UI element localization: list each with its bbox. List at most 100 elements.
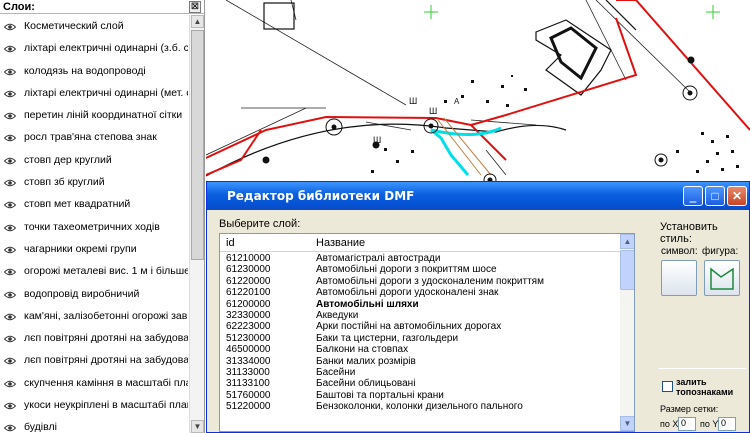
eye-icon[interactable] bbox=[4, 23, 16, 31]
map-label: А bbox=[454, 97, 460, 106]
table-row[interactable]: 61230000 Автомобільні дороги з покриттям … bbox=[220, 264, 620, 275]
layer-label: стовп дер круглий bbox=[24, 153, 112, 166]
layer-item[interactable]: чагарники окремі групи bbox=[0, 238, 188, 260]
layer-label: огорожі металеві вис. 1 м і більше bbox=[24, 265, 188, 278]
table-row[interactable]: 32330000 Акведуки bbox=[220, 310, 620, 321]
eye-icon[interactable] bbox=[4, 134, 16, 142]
layer-label: лєп повітряні дротяні на забудован bbox=[24, 354, 188, 367]
column-header-id[interactable]: id bbox=[226, 237, 235, 249]
table-row[interactable]: 62223000 Арки постійні на автомобільних д… bbox=[220, 321, 620, 332]
scroll-up-icon[interactable]: ▲ bbox=[191, 15, 204, 28]
table-row[interactable]: 61220000 Автомобільні дороги з удосконале… bbox=[220, 276, 620, 287]
layer-item[interactable]: стовп мет квадратний bbox=[0, 193, 188, 215]
cell-id: 31133100 bbox=[226, 378, 270, 390]
cell-id: 31334000 bbox=[226, 355, 271, 367]
layer-item[interactable]: огорожі металеві вис. 1 м і більше bbox=[0, 260, 188, 282]
layer-label: ліхтарі електричні одинарні (мет. ст bbox=[24, 86, 188, 99]
eye-icon[interactable] bbox=[4, 291, 16, 299]
layer-item[interactable]: точки тахеометричних ходів bbox=[0, 216, 188, 238]
table-scrollbar[interactable]: ▲ ▼ bbox=[620, 234, 634, 431]
cell-id: 51230000 bbox=[226, 332, 271, 344]
layer-item[interactable]: Косметический слой bbox=[0, 15, 188, 37]
fill-topo-checkbox[interactable] bbox=[662, 381, 673, 392]
layer-item[interactable]: стовп зб круглий bbox=[0, 171, 188, 193]
symbol-label: символ: bbox=[661, 246, 698, 257]
scroll-up-icon[interactable]: ▲ bbox=[620, 234, 634, 249]
layer-label: водопровід виробничий bbox=[24, 287, 140, 300]
grid-x-input[interactable]: 0 bbox=[678, 417, 696, 431]
layer-item[interactable]: колодязь на водопроводі bbox=[0, 60, 188, 82]
layer-item[interactable]: лєп повітряні дротяні на забудован bbox=[0, 327, 188, 349]
cell-id: 32330000 bbox=[226, 310, 271, 321]
table-row[interactable]: 31133000 Басейни bbox=[220, 367, 620, 378]
set-style-label: Установить стиль: bbox=[660, 221, 718, 245]
table-row[interactable]: 51230000 Баки та цистерни, газгольдери bbox=[220, 333, 620, 344]
figure-label: фигура: bbox=[702, 246, 739, 257]
scroll-thumb[interactable] bbox=[620, 250, 634, 290]
table-row[interactable]: 46500000 Балкони на стовпах bbox=[220, 344, 620, 355]
layer-item[interactable]: ліхтарі електричні одинарні (з.б. ст bbox=[0, 37, 188, 59]
grid-x-label: по X bbox=[660, 419, 679, 429]
scroll-thumb[interactable] bbox=[191, 30, 204, 260]
eye-icon[interactable] bbox=[4, 179, 16, 187]
layer-item[interactable]: будівлі bbox=[0, 416, 188, 433]
table-row[interactable]: 31334000 Банки малих розмірів bbox=[220, 356, 620, 367]
eye-icon[interactable] bbox=[4, 90, 16, 98]
eye-icon[interactable] bbox=[4, 45, 16, 53]
layer-item[interactable]: перетин ліній координатної сітки bbox=[0, 104, 188, 126]
layer-item[interactable]: ліхтарі електричні одинарні (мет. ст bbox=[0, 82, 188, 104]
column-header-name[interactable]: Название bbox=[316, 237, 365, 249]
layers-scrollbar[interactable]: ▲ ▼ bbox=[189, 15, 204, 433]
layer-item[interactable]: стовп дер круглий bbox=[0, 149, 188, 171]
scroll-down-icon[interactable]: ▼ bbox=[191, 420, 204, 433]
eye-icon[interactable] bbox=[4, 313, 16, 321]
cell-name: Автомобільні дороги удосконалені знак bbox=[316, 287, 499, 299]
table-row[interactable]: 61220100 Автомобільні дороги удосконалені… bbox=[220, 287, 620, 298]
scroll-down-icon[interactable]: ▼ bbox=[620, 416, 634, 431]
layer-label: чагарники окремі групи bbox=[24, 242, 137, 255]
eye-icon[interactable] bbox=[4, 157, 16, 165]
cell-name: Банки малих розмірів bbox=[316, 355, 416, 367]
layer-item[interactable]: кам'яні, залізобетонні огорожі зав bbox=[0, 305, 188, 327]
grid-y-input[interactable]: 0 bbox=[718, 417, 736, 431]
eye-icon[interactable] bbox=[4, 268, 16, 276]
layer-label: Косметический слой bbox=[24, 20, 124, 32]
table-row[interactable]: 61200000 Автомобільні шляхи bbox=[220, 299, 620, 310]
eye-icon[interactable] bbox=[4, 380, 16, 388]
layers-title: Слои: bbox=[3, 1, 35, 13]
figure-button[interactable] bbox=[704, 260, 740, 296]
table-row[interactable]: 51220000 Бензоколонки, колонки дизельного… bbox=[220, 401, 620, 412]
eye-icon[interactable] bbox=[4, 424, 16, 432]
close-icon[interactable]: ✕ bbox=[727, 186, 747, 206]
cell-id: 61230000 bbox=[226, 264, 271, 276]
layer-item[interactable]: лєп повітряні дротяні на забудован bbox=[0, 349, 188, 371]
cell-name: Басейни облицьовані bbox=[316, 378, 416, 390]
layer-item[interactable]: укоси неукріплені в масштабі план bbox=[0, 394, 188, 416]
symbol-button[interactable] bbox=[661, 260, 697, 296]
eye-icon[interactable] bbox=[4, 112, 16, 120]
layer-label: перетин ліній координатної сітки bbox=[24, 109, 183, 122]
eye-icon[interactable] bbox=[4, 68, 16, 76]
table-row[interactable]: 31133100 Басейни облицьовані bbox=[220, 378, 620, 389]
eye-icon[interactable] bbox=[4, 246, 16, 254]
cell-name: Арки постійні на автомобільних дорогах bbox=[316, 321, 502, 333]
cell-name: Автомобільні дороги з удосконаленим покр… bbox=[316, 275, 544, 287]
eye-icon[interactable] bbox=[4, 357, 16, 365]
eye-icon[interactable] bbox=[4, 224, 16, 232]
table-row[interactable]: 51760000 Баштові та портальні крани bbox=[220, 390, 620, 401]
dialog-titlebar[interactable]: Редактор библиотеки DMF ‗ □ ✕ bbox=[207, 182, 749, 210]
eye-icon[interactable] bbox=[4, 335, 16, 343]
layer-item[interactable]: росл трав'яна степова знак bbox=[0, 126, 188, 148]
options-group: залить топознаками Размер сетки: по X 0 … bbox=[658, 368, 746, 432]
minimize-icon[interactable]: ‗ bbox=[683, 186, 703, 206]
cell-id: 61220000 bbox=[226, 275, 271, 287]
close-icon[interactable]: ⊠ bbox=[189, 1, 201, 13]
eye-icon[interactable] bbox=[4, 201, 16, 209]
table-row[interactable]: 61210000 Автомагістралі автостради bbox=[220, 253, 620, 264]
grid-size-label: Размер сетки: bbox=[660, 404, 719, 414]
maximize-icon[interactable]: □ bbox=[705, 186, 725, 206]
layer-item[interactable]: скупчення каміння в масштабі пла bbox=[0, 372, 188, 394]
cell-id: 46500000 bbox=[226, 344, 271, 356]
eye-icon[interactable] bbox=[4, 402, 16, 410]
layer-item[interactable]: водопровід виробничий bbox=[0, 283, 188, 305]
